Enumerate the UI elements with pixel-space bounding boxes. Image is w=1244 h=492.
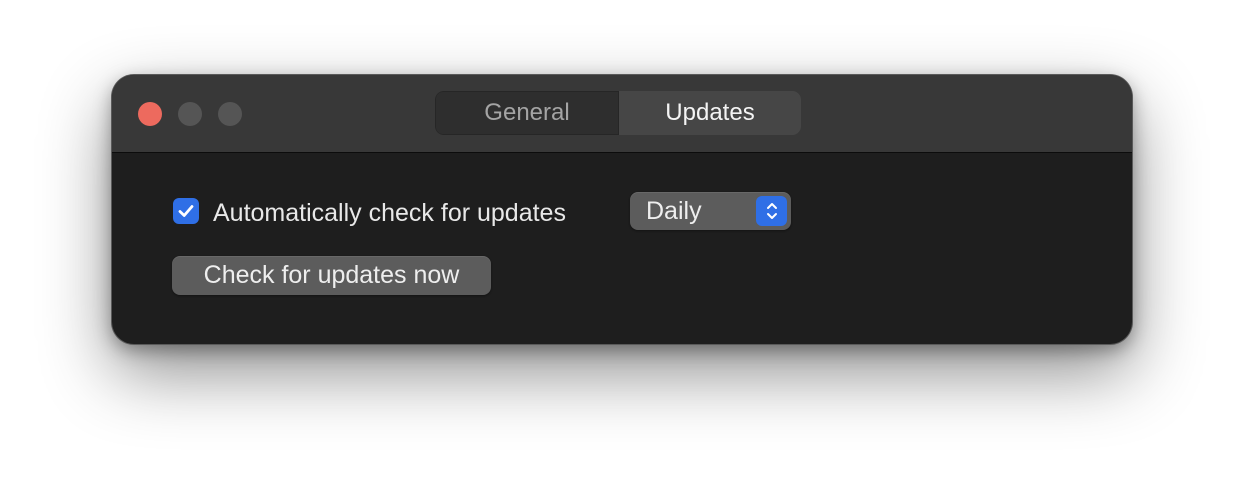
preferences-window: General Updates Automatically check for … — [112, 75, 1132, 344]
popup-stepper — [756, 196, 787, 226]
preferences-tab-switcher: General Updates — [435, 91, 801, 135]
update-frequency-popup[interactable]: Daily — [630, 192, 791, 230]
tab-general[interactable]: General — [435, 91, 619, 135]
tab-updates[interactable]: Updates — [619, 91, 801, 135]
window-titlebar: General Updates — [112, 75, 1132, 153]
auto-check-label[interactable]: Automatically check for updates — [213, 197, 566, 229]
auto-check-checkbox[interactable] — [173, 198, 199, 224]
zoom-window-button[interactable] — [218, 102, 242, 126]
minimize-window-button[interactable] — [178, 102, 202, 126]
checkmark-icon — [178, 205, 194, 217]
updates-pane: Automatically check for updates Daily Ch… — [112, 153, 1132, 344]
close-window-button[interactable] — [138, 102, 162, 126]
check-for-updates-now-button[interactable]: Check for updates now — [172, 256, 491, 295]
desktop-background: General Updates Automatically check for … — [0, 0, 1244, 492]
chevron-up-down-icon — [766, 203, 777, 219]
update-frequency-value: Daily — [646, 197, 702, 225]
